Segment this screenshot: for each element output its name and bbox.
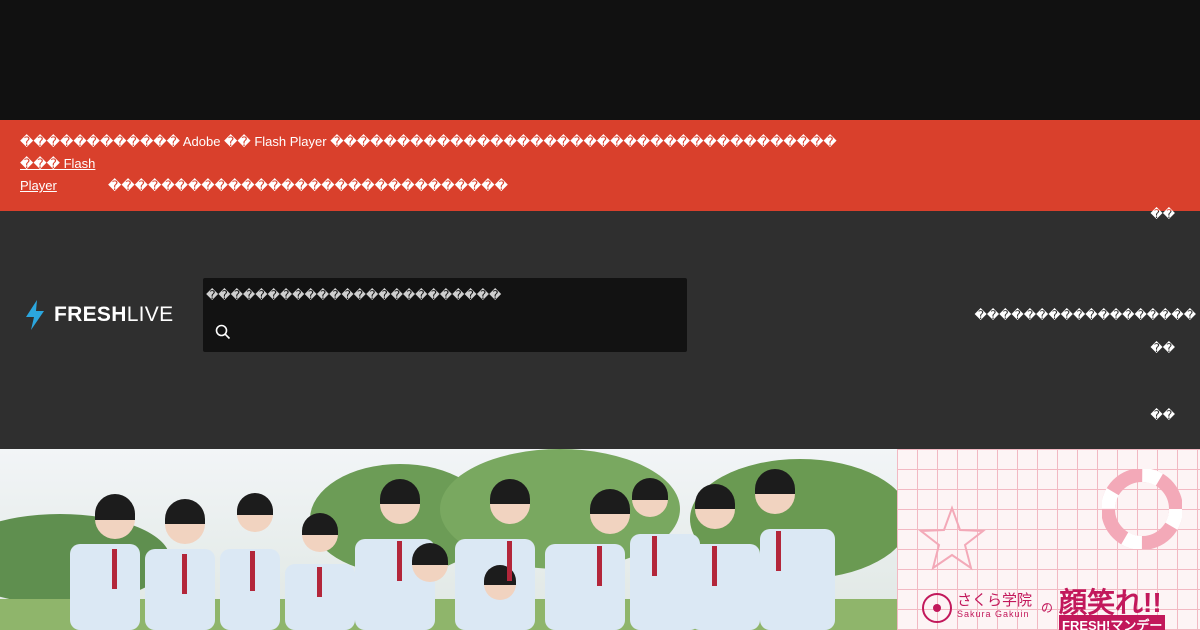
- notice-text-2: ������������������������������: [108, 178, 508, 193]
- program-title-en: Sakura Gakuin: [957, 609, 1030, 619]
- logo-wordmark: FRESHLIVE: [54, 303, 174, 326]
- program-title-jp: さくら学院: [957, 592, 1033, 609]
- nav-item-4[interactable]: ��: [1150, 408, 1175, 422]
- program-particle: の: [1041, 601, 1054, 615]
- lifebuoy-icon: [1102, 469, 1182, 549]
- freshlive-logo[interactable]: FRESHLIVE: [24, 300, 173, 330]
- nav-item-3[interactable]: ��: [1150, 341, 1175, 355]
- program-subline: FRESH!マンデー: [1059, 615, 1166, 630]
- search-input[interactable]: ������������������������: [206, 288, 501, 302]
- nav-item-1[interactable]: ��: [1150, 207, 1175, 221]
- flash-player-link-cont[interactable]: Player: [20, 178, 57, 193]
- group-photo: [0, 449, 897, 630]
- nav-item-2[interactable]: ������������������: [975, 308, 1196, 322]
- search-icon[interactable]: [215, 324, 231, 340]
- featured-banner[interactable]: さくら学院 Sakura Gakuin の 顔笑れ!! FRESH!マンデー: [0, 449, 1200, 630]
- site-header: FRESHLIVE ������������������������ �� ��…: [0, 207, 1200, 449]
- flash-notice-banner: ������������ Adobe �� Flash Player �����…: [0, 120, 1200, 211]
- notice-text: ������������ Adobe �� Flash Player �����…: [20, 134, 837, 149]
- search-box[interactable]: ������������������������: [203, 278, 687, 352]
- lightning-bolt-icon: [26, 300, 44, 330]
- flower-icon: [922, 593, 952, 623]
- top-bar: [0, 0, 1200, 120]
- star-icon: [918, 505, 986, 571]
- sakura-gakuin-program-art: さくら学院 Sakura Gakuin の 顔笑れ!! FRESH!マンデー: [897, 449, 1200, 630]
- flash-player-link[interactable]: ��� Flash: [20, 156, 95, 172]
